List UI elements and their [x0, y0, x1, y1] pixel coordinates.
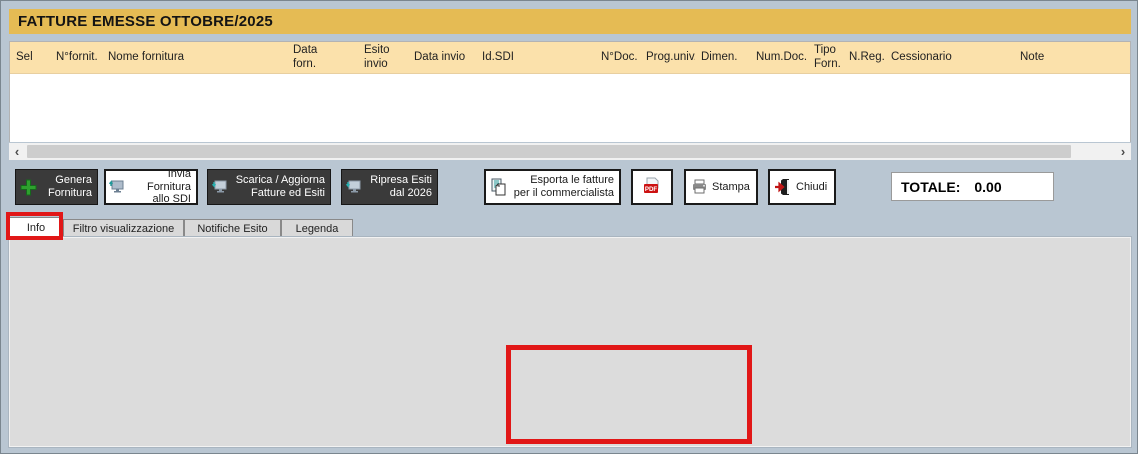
col-nome: Nome fornitura: [102, 42, 287, 73]
invia-fornitura-sdi-button[interactable]: Invia Fornitura allo SDI: [104, 169, 198, 205]
page-title: FATTURE EMESSE OTTOBRE/2025: [9, 9, 1131, 34]
table-header-row: Sel N°fornit. Nome fornitura Data forn. …: [10, 42, 1130, 74]
svg-text:PDF: PDF: [645, 186, 658, 193]
tab-legenda[interactable]: Legenda: [281, 219, 353, 238]
chiudi-button[interactable]: Chiudi: [768, 169, 836, 205]
totale-label: TOTALE:: [901, 179, 960, 195]
resume-monitor-icon: [342, 179, 366, 195]
col-tipoforn: Tipo Forn.: [808, 42, 843, 73]
tab-filtro[interactable]: Filtro visualizzazione: [63, 219, 184, 238]
send-monitor-icon: [106, 179, 128, 195]
totale-value: 0.00: [974, 179, 1001, 195]
scarica-aggiorna-button[interactable]: Scarica / Aggiorna Fatture ed Esiti: [207, 169, 331, 205]
col-idsdi: Id.SDI: [476, 42, 595, 73]
col-dimen: Dimen.: [695, 42, 750, 73]
tab-info[interactable]: Info: [9, 217, 63, 238]
col-ndoc: N°Doc.: [595, 42, 640, 73]
col-esito: Esito invio: [358, 42, 408, 73]
scroll-right-icon[interactable]: ›: [1115, 143, 1131, 160]
export-documents-icon: [486, 178, 512, 197]
stampa-button[interactable]: Stampa: [684, 169, 758, 205]
col-numdoc: Num.Doc.: [750, 42, 808, 73]
ripresa-esiti-button[interactable]: Ripresa Esiti dal 2026: [341, 169, 438, 205]
col-data-forn: Data forn.: [287, 42, 358, 73]
col-nreg: N.Reg.: [843, 42, 885, 73]
pdf-button[interactable]: PDF: [631, 169, 673, 205]
tab-notifiche[interactable]: Notifiche Esito: [184, 219, 281, 238]
table-body-empty: [10, 74, 1130, 142]
col-sel: Sel: [10, 42, 50, 73]
col-data-invio: Data invio: [408, 42, 476, 73]
col-proguniv: Prog.univ.: [640, 42, 695, 73]
esporta-fatture-button[interactable]: Esporta le fatture per il commercialista: [484, 169, 621, 205]
horizontal-scrollbar[interactable]: ‹ ›: [9, 143, 1131, 160]
col-cessionario: Cessionario: [885, 42, 1014, 73]
invoices-table: Sel N°fornit. Nome fornitura Data forn. …: [9, 41, 1131, 142]
exit-door-icon: [770, 178, 796, 196]
info-tab-panel: [9, 237, 1131, 447]
download-monitor-icon: [208, 179, 232, 195]
col-note: Note: [1014, 42, 1130, 73]
app-window: FATTURE EMESSE OTTOBRE/2025 Sel N°fornit…: [0, 0, 1138, 454]
totale-box: TOTALE: 0.00: [891, 172, 1054, 201]
plus-icon: [16, 179, 40, 196]
col-nfornit: N°fornit.: [50, 42, 102, 73]
pdf-icon: PDF: [642, 177, 662, 197]
scrollbar-thumb[interactable]: [27, 145, 1071, 158]
genera-fornitura-button[interactable]: Genera Fornitura: [15, 169, 98, 205]
scroll-left-icon[interactable]: ‹: [9, 143, 25, 160]
printer-icon: [686, 179, 712, 195]
